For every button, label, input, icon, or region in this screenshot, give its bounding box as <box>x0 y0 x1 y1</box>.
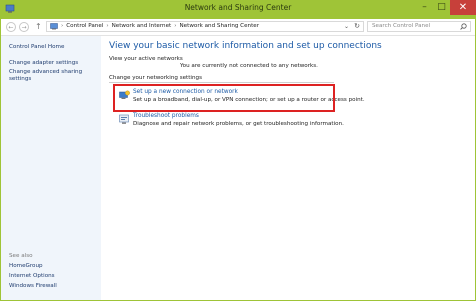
sidebar-link-windows-firewall[interactable]: Windows Firewall <box>9 283 57 290</box>
control-panel-icon <box>50 23 58 30</box>
forward-button[interactable]: → <box>19 22 29 32</box>
breadcrumb-item-control-panel[interactable]: Control Panel <box>66 22 103 31</box>
breadcrumb-separator: › <box>106 23 109 29</box>
address-bar: ← → ↑ › Control Panel › Network and Inte… <box>0 19 476 36</box>
breadcrumb-item-network-and-internet[interactable]: Network and Internet <box>112 22 172 31</box>
search-placeholder: Search Control Panel <box>372 23 431 29</box>
back-button[interactable]: ← <box>6 22 16 32</box>
sidebar-link-change-advanced-sharing-cont[interactable]: settings <box>9 76 31 83</box>
sidebar-link-homegroup[interactable]: HomeGroup <box>9 263 43 270</box>
breadcrumb[interactable]: › Control Panel › Network and Internet ›… <box>46 21 364 32</box>
up-button[interactable]: ↑ <box>35 22 42 32</box>
search-input[interactable]: Search Control Panel <box>367 21 471 32</box>
breadcrumb-separator: › <box>61 23 64 29</box>
window-frame-left <box>0 19 1 301</box>
maximize-button[interactable]: □ <box>433 0 450 15</box>
sidebar-link-change-advanced-sharing[interactable]: Change advanced sharing <box>9 69 82 76</box>
active-networks-label: View your active networks <box>109 56 183 62</box>
main-content: View your basic network information and … <box>102 36 472 297</box>
section-divider <box>109 82 334 83</box>
see-also-label: See also <box>9 253 33 259</box>
sidebar: Control Panel Home Change adapter settin… <box>1 36 101 300</box>
window-controls: – □ ✕ <box>416 0 476 19</box>
change-settings-label: Change your networking settings <box>109 75 203 81</box>
chevron-down-icon[interactable]: ⌄ <box>344 22 349 31</box>
breadcrumb-separator: › <box>174 23 177 29</box>
sidebar-link-change-adapter-settings[interactable]: Change adapter settings <box>9 60 78 67</box>
network-status-text: You are currently not connected to any n… <box>180 63 318 69</box>
breadcrumb-path: › Control Panel › Network and Internet ›… <box>50 22 259 31</box>
sidebar-link-control-panel-home[interactable]: Control Panel Home <box>9 44 64 51</box>
troubleshoot-icon <box>119 114 129 124</box>
page-title: View your basic network information and … <box>109 41 382 51</box>
troubleshoot-problems-desc: Diagnose and repair network problems, or… <box>133 121 344 127</box>
troubleshoot-problems-link[interactable]: Troubleshoot problems <box>133 113 199 119</box>
search-icon[interactable] <box>460 23 467 30</box>
breadcrumb-item-network-and-sharing-center[interactable]: Network and Sharing Center <box>180 22 260 31</box>
window-title: Network and Sharing Center <box>184 3 292 12</box>
minimize-button[interactable]: – <box>416 0 433 15</box>
title-bar: Network and Sharing Center – □ ✕ <box>0 0 476 19</box>
refresh-icon[interactable]: ↻ <box>354 22 360 31</box>
close-button[interactable]: ✕ <box>450 0 476 15</box>
sidebar-link-internet-options[interactable]: Internet Options <box>9 273 55 280</box>
highlight-box <box>113 84 335 112</box>
